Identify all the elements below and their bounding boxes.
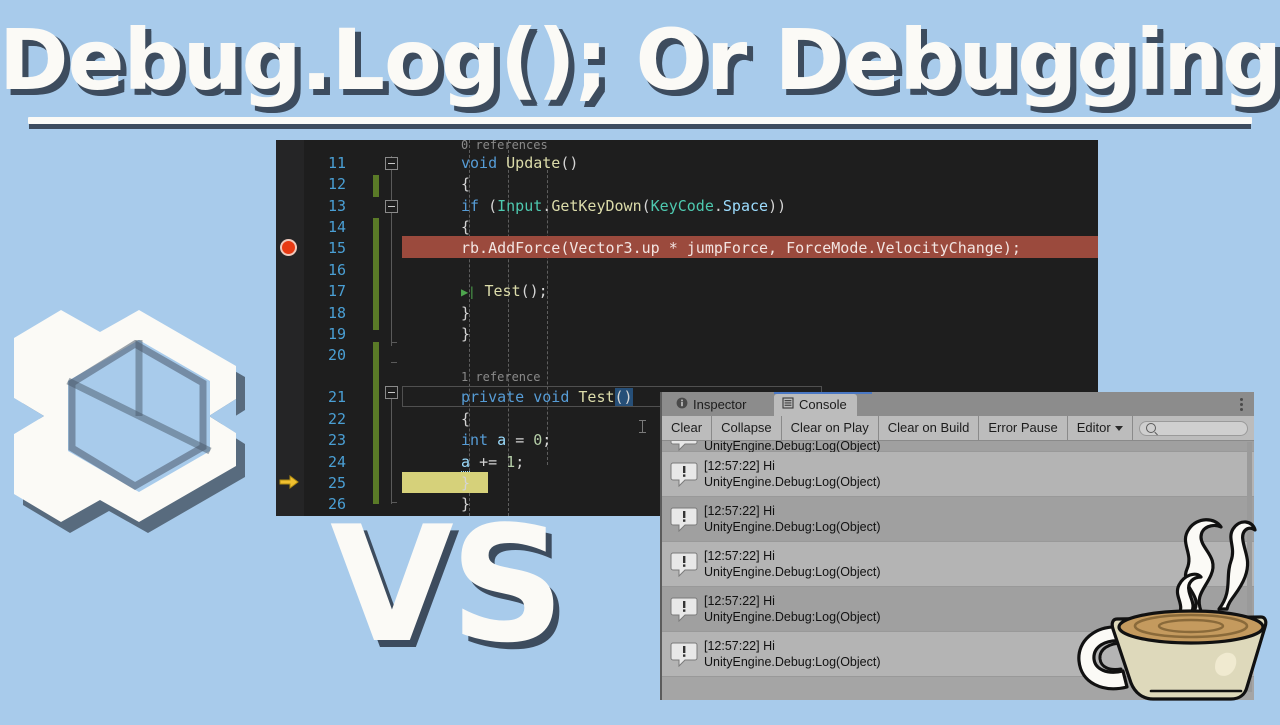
text-cursor-icon bbox=[639, 420, 646, 433]
code-line-19[interactable]: } bbox=[461, 324, 470, 345]
line-number: 18 bbox=[327, 304, 346, 322]
fold-toggle-update[interactable] bbox=[385, 157, 398, 170]
collapse-button[interactable]: Collapse bbox=[712, 416, 782, 440]
line-number: 24 bbox=[327, 453, 346, 471]
line-number: 26 bbox=[327, 495, 346, 513]
editor-dropdown[interactable]: Editor bbox=[1067, 416, 1133, 440]
line-number: 15 bbox=[327, 239, 346, 257]
info-log-icon bbox=[670, 551, 698, 578]
chevron-down-icon bbox=[1114, 425, 1123, 431]
execution-pointer-icon bbox=[279, 475, 299, 489]
code-line-21[interactable]: private void Test() bbox=[461, 387, 633, 408]
line-number: 21 bbox=[327, 388, 346, 406]
info-log-icon bbox=[670, 506, 698, 533]
unity-logo bbox=[0, 292, 262, 592]
line-number: 19 bbox=[327, 325, 346, 343]
log-message: [12:57:22] Hi bbox=[704, 639, 775, 653]
versus-label: VS bbox=[330, 491, 565, 678]
panel-menu-icon[interactable] bbox=[1240, 396, 1244, 412]
info-log-icon bbox=[670, 461, 698, 488]
console-search-input[interactable] bbox=[1138, 420, 1248, 436]
code-line-18[interactable]: } bbox=[461, 303, 470, 324]
log-entry[interactable]: [12:57:22] Hi UnityEngine.Debug:Log(Obje… bbox=[662, 452, 1254, 497]
fold-tick bbox=[391, 342, 397, 343]
log-message: [12:57:22] Hi bbox=[704, 594, 775, 608]
code-line-25[interactable]: } bbox=[461, 473, 470, 494]
page-title: Debug.Log(); Or Debugging bbox=[0, 11, 1280, 109]
info-log-icon bbox=[670, 441, 698, 451]
code-line-14[interactable]: { bbox=[461, 217, 470, 238]
line-number: 20 bbox=[327, 346, 346, 364]
codelens-references-test[interactable]: 1 reference bbox=[461, 368, 540, 386]
tab-console[interactable]: Console bbox=[774, 394, 857, 416]
info-circle-icon bbox=[676, 394, 688, 416]
code-line-24[interactable]: a += 1; bbox=[461, 452, 524, 473]
line-number: 12 bbox=[327, 175, 346, 193]
info-log-icon bbox=[670, 596, 698, 623]
code-line-22[interactable]: { bbox=[461, 409, 470, 430]
code-line-17[interactable]: ▶| Test(); bbox=[461, 281, 548, 303]
coffee-cup-illustration bbox=[1055, 495, 1280, 720]
breakpoint-marker[interactable] bbox=[280, 239, 297, 256]
clear-button[interactable]: Clear bbox=[662, 416, 713, 440]
line-number: 16 bbox=[327, 261, 346, 279]
line-number: 23 bbox=[327, 431, 346, 449]
fold-toggle-if[interactable] bbox=[385, 200, 398, 213]
line-number: 11 bbox=[327, 154, 346, 172]
console-search-wrap bbox=[1132, 416, 1254, 440]
error-pause-button[interactable]: Error Pause bbox=[979, 416, 1068, 440]
code-line-12[interactable]: { bbox=[461, 174, 470, 195]
clear-on-build-button[interactable]: Clear on Build bbox=[878, 416, 980, 440]
fold-tick bbox=[391, 502, 397, 503]
list-lines-icon bbox=[782, 394, 794, 416]
fold-guide bbox=[391, 386, 392, 504]
fold-guide bbox=[391, 156, 392, 346]
log-message: [12:57:22] Hi bbox=[704, 549, 775, 563]
log-message: [12:57:22] Hi bbox=[704, 504, 775, 518]
breakpoint-margin[interactable] bbox=[276, 140, 304, 516]
code-line-15[interactable]: rb.AddForce(Vector3.up * jumpForce, Forc… bbox=[461, 238, 1021, 259]
code-line-13[interactable]: if (Input.GetKeyDown(KeyCode.Space)) bbox=[461, 196, 786, 217]
log-stack: UnityEngine.Debug:Log(Object) bbox=[704, 565, 881, 579]
execution-line-highlight bbox=[402, 471, 488, 494]
line-number: 22 bbox=[327, 410, 346, 428]
console-toolbar: Clear Collapse Clear on Play Clear on Bu… bbox=[662, 416, 1254, 441]
log-stack: UnityEngine.Debug:Log(Object) bbox=[704, 655, 881, 669]
code-line-23[interactable]: int a = 0; bbox=[461, 430, 551, 451]
tab-inspector-label: Inspector bbox=[693, 397, 747, 412]
line-number: 17 bbox=[327, 282, 346, 300]
change-bar bbox=[373, 218, 379, 330]
line-number: 25 bbox=[327, 474, 346, 492]
title-underline-bar bbox=[28, 117, 1252, 124]
log-stack: UnityEngine.Debug:Log(Object) bbox=[704, 610, 881, 624]
fold-tick bbox=[391, 362, 397, 363]
log-stack: UnityEngine.Debug:Log(Object) bbox=[704, 520, 881, 534]
code-line-11[interactable]: void Update() bbox=[461, 153, 578, 174]
search-icon bbox=[1145, 423, 1156, 433]
editor-dropdown-label: Editor bbox=[1076, 420, 1111, 435]
line-number: 13 bbox=[327, 197, 346, 215]
change-bar bbox=[373, 175, 379, 197]
console-tab-bar: Inspector Console bbox=[662, 392, 1254, 416]
change-bar bbox=[373, 342, 379, 504]
code-line-26[interactable]: } bbox=[461, 494, 470, 515]
info-log-icon bbox=[670, 641, 698, 668]
codelens-references-update[interactable]: 0 references bbox=[461, 140, 548, 154]
log-stack: UnityEngine.Debug:Log(Object) bbox=[704, 475, 881, 489]
title-banner: Debug.Log(); Or Debugging bbox=[0, 0, 1280, 140]
log-message: [12:57:22] Hi bbox=[704, 459, 775, 473]
clear-on-play-button[interactable]: Clear on Play bbox=[781, 416, 879, 440]
line-number: 14 bbox=[327, 218, 346, 236]
tab-inspector[interactable]: Inspector bbox=[668, 394, 757, 416]
log-entry[interactable]: [12:57:22] Hi UnityEngine.Debug:Log(Obje… bbox=[662, 441, 1254, 453]
tab-console-label: Console bbox=[799, 397, 847, 412]
fold-toggle-test[interactable] bbox=[385, 386, 398, 399]
